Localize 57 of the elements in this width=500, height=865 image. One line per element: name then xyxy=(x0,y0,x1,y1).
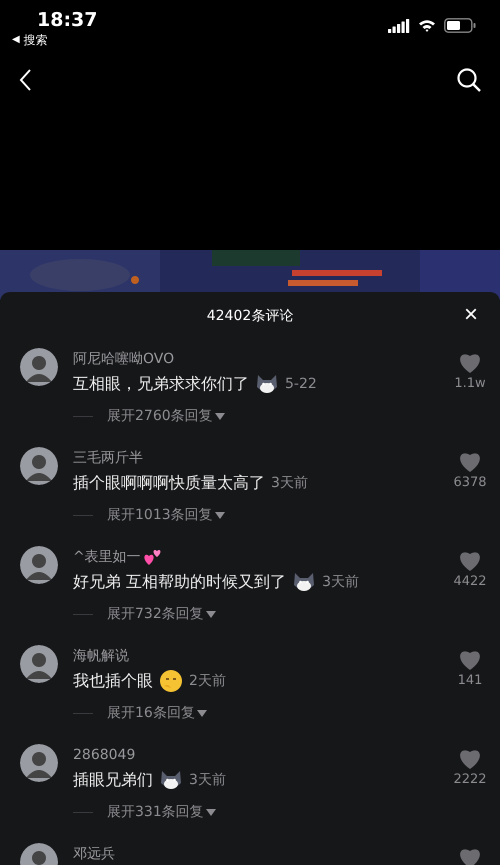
cat-face-icon xyxy=(255,373,279,395)
caret-icon xyxy=(206,808,216,816)
caret-icon xyxy=(196,710,207,716)
comment-time: 2天前 xyxy=(189,672,226,690)
back-arrow[interactable]: ◀ xyxy=(12,32,20,48)
caret-icon xyxy=(214,412,225,420)
avatar[interactable] xyxy=(20,447,58,485)
hearts-icon xyxy=(142,548,163,566)
heart-icon[interactable] xyxy=(458,748,482,770)
comment-time: 3天前 xyxy=(189,771,226,789)
user-name[interactable]: ^表里如一 xyxy=(73,548,141,566)
user-name[interactable]: 阿尼哈噻呦OVO xyxy=(73,350,174,368)
heart-icon[interactable] xyxy=(458,649,482,671)
expand-replies-link[interactable]: 展开331条回复 xyxy=(107,803,216,821)
comment-time: 3天前 xyxy=(322,573,360,591)
search-icon[interactable] xyxy=(456,67,482,93)
expand-replies-link[interactable]: 展开1013条回复 xyxy=(107,506,225,524)
thinking-face-icon xyxy=(159,669,183,693)
avatar[interactable] xyxy=(20,348,58,386)
expand-replies-link[interactable]: 展开732条回复 xyxy=(107,605,216,623)
user-name[interactable]: 三毛两斤半 xyxy=(73,449,143,467)
user-name[interactable]: 2868049 xyxy=(73,747,136,763)
comment-time: 3天前 xyxy=(271,474,308,492)
battery-icon xyxy=(444,18,476,33)
clock-time: 18:37 xyxy=(37,8,98,32)
like-count: 4422 xyxy=(453,574,487,589)
expand-replies-link[interactable]: 展开16条回复 xyxy=(107,704,207,722)
cat-face-icon xyxy=(292,571,316,593)
heart-icon[interactable] xyxy=(458,847,482,865)
heart-icon[interactable] xyxy=(458,352,482,374)
avatar[interactable] xyxy=(20,645,58,683)
heart-icon[interactable] xyxy=(458,550,482,572)
back-to-app-link[interactable]: 搜索 xyxy=(24,32,48,48)
avatar[interactable] xyxy=(20,546,58,584)
comment-text: 好兄弟 互相帮助的时候又到了 xyxy=(73,572,286,592)
like-count: 141 xyxy=(458,673,482,688)
cat-face-icon xyxy=(159,769,183,791)
close-button[interactable]: × xyxy=(460,302,482,328)
signal-icon xyxy=(388,18,410,32)
heart-icon[interactable] xyxy=(458,451,482,473)
comment-text: 互相眼，兄弟求求你们了 xyxy=(73,374,249,394)
avatar[interactable] xyxy=(20,744,58,782)
like-count: 6378 xyxy=(453,475,487,490)
caret-icon xyxy=(206,610,216,618)
like-count: 1.1w xyxy=(454,376,486,391)
comment-text: 插个眼啊啊啊快质量太高了 xyxy=(73,472,265,494)
expand-replies-link[interactable]: 展开2760条回复 xyxy=(107,407,225,425)
user-name[interactable]: 海帆解说 xyxy=(73,647,129,665)
user-name[interactable]: 邓远兵 xyxy=(73,845,115,863)
comment-text: 插眼兄弟们 xyxy=(73,770,153,790)
comment-time: 5-22 xyxy=(285,376,317,392)
comments-count-title: 42402条评论 xyxy=(206,307,294,325)
comment-text: 我也插个眼 xyxy=(73,670,153,692)
like-count: 2222 xyxy=(453,772,487,787)
caret-icon xyxy=(214,512,225,518)
wifi-icon xyxy=(418,19,436,32)
back-icon[interactable] xyxy=(18,68,32,92)
